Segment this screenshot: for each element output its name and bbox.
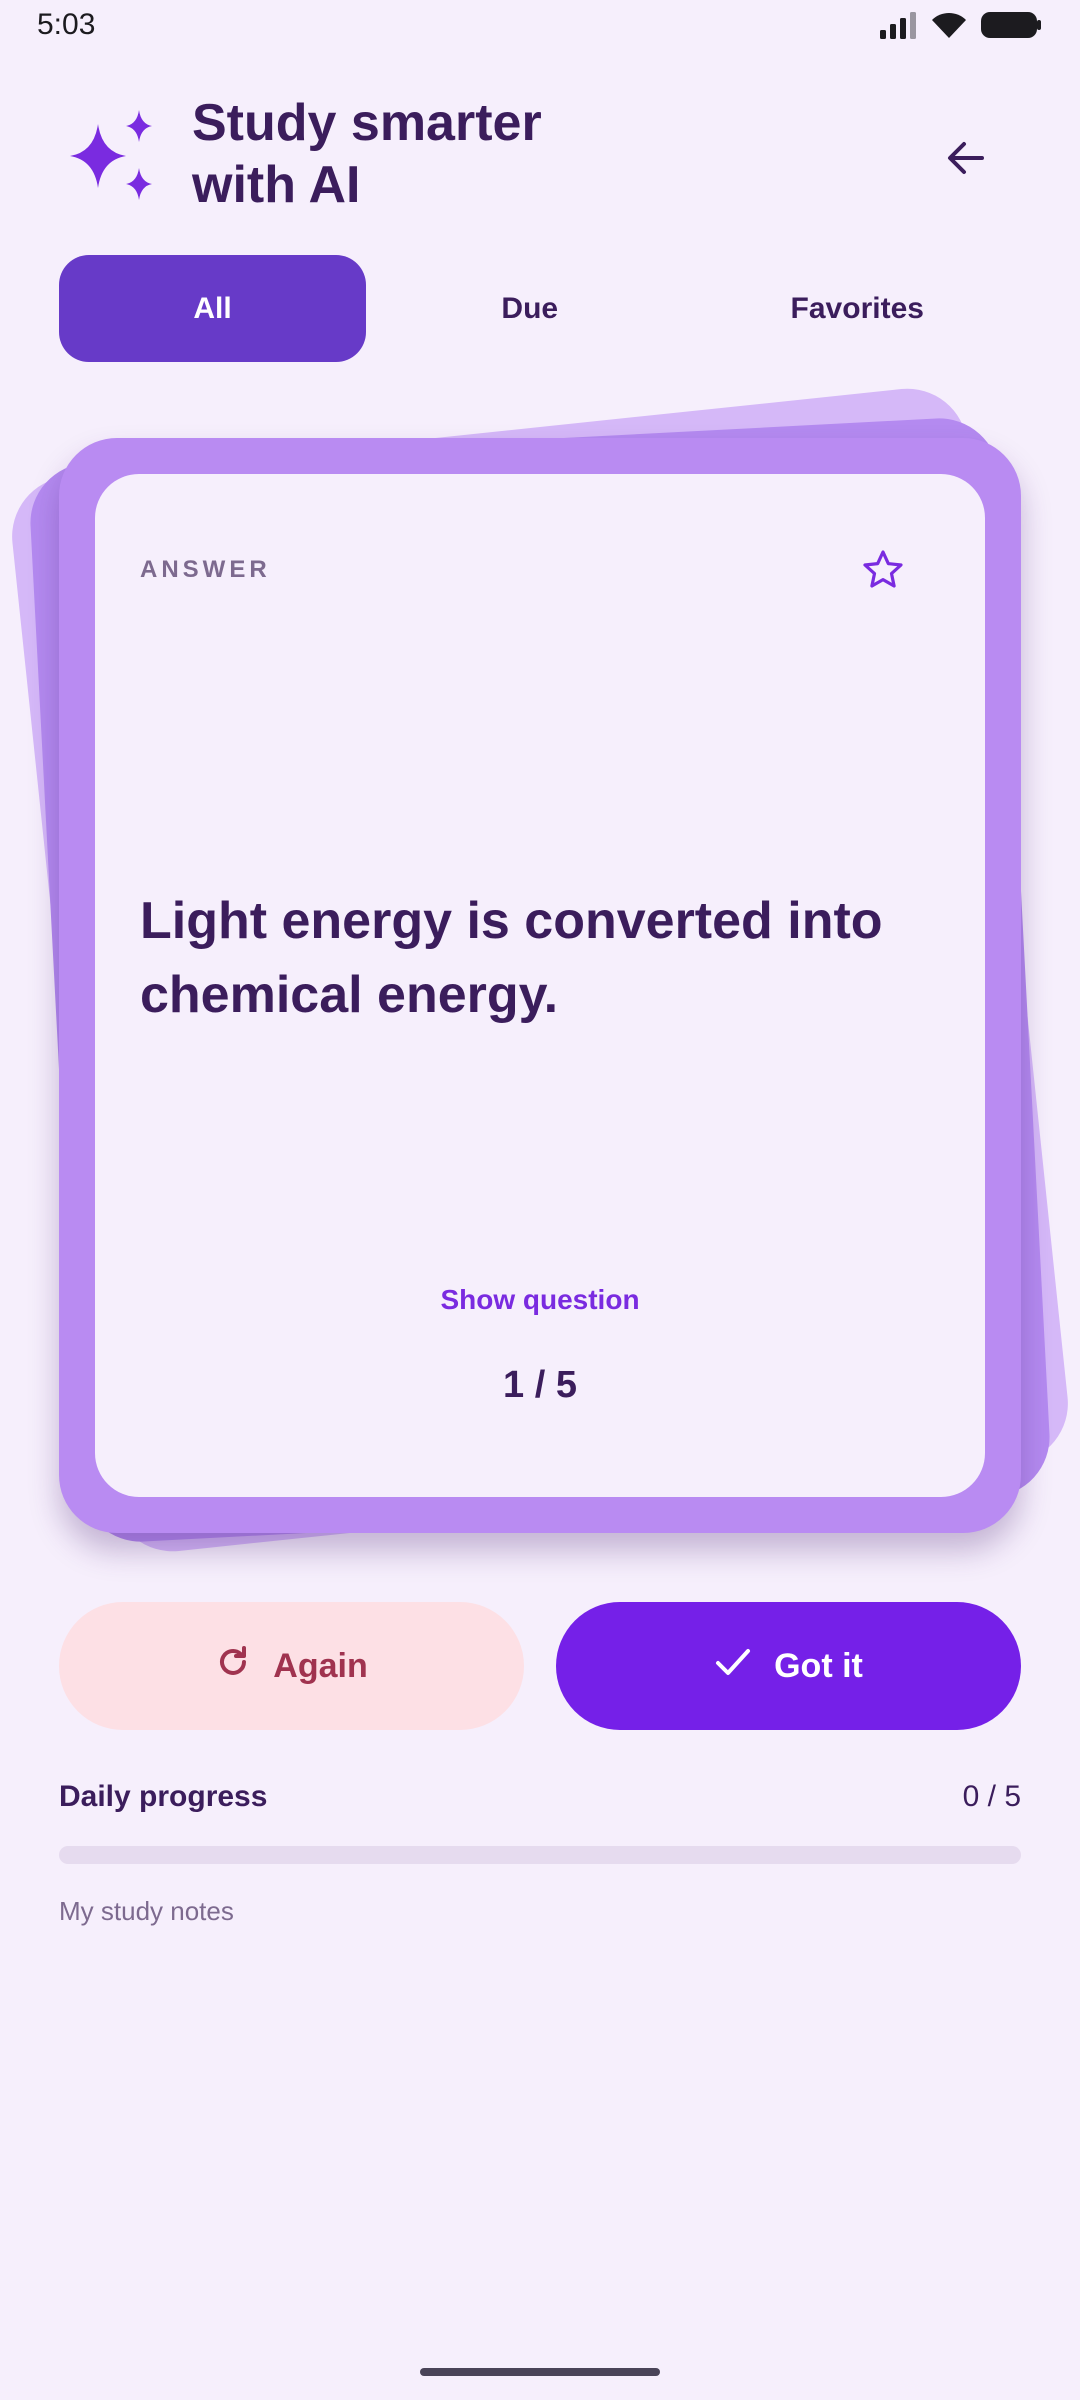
study-notes-link[interactable]: My study notes — [59, 1896, 234, 1927]
progress-count: 0 / 5 — [962, 1780, 1021, 1813]
got-it-label: Got it — [774, 1646, 863, 1685]
home-indicator[interactable] — [420, 2368, 660, 2376]
card-counter: 1 / 5 — [503, 1364, 577, 1406]
card-side-label: ANSWER — [140, 556, 271, 583]
progress-label: Daily progress — [59, 1780, 268, 1813]
signal-icon — [878, 10, 918, 45]
card-answer-text: Light energy is converted into chemical … — [140, 892, 883, 1024]
flashcard-face: ANSWER Light energy is converted into ch… — [95, 474, 985, 1497]
tab-favorites[interactable]: Favorites — [694, 255, 1022, 362]
show-question-link[interactable]: Show question — [95, 1284, 985, 1316]
action-row: Again Got it — [59, 1602, 1021, 1730]
favorite-button[interactable] — [855, 544, 911, 600]
status-icons — [878, 10, 1042, 45]
progress-bar — [59, 1846, 1021, 1864]
got-it-button[interactable]: Got it — [556, 1602, 1021, 1730]
header: Study smarter with AI — [0, 80, 1080, 230]
again-button[interactable]: Again — [59, 1602, 524, 1730]
wifi-icon — [930, 10, 968, 45]
refresh-icon — [215, 1644, 251, 1689]
flashcard[interactable]: ANSWER Light energy is converted into ch… — [59, 438, 1021, 1533]
page-title: Study smarter with AI — [192, 94, 542, 214]
back-button[interactable] — [930, 124, 1002, 196]
arrow-left-icon — [944, 136, 988, 185]
filter-tabs: All Due Favorites — [59, 255, 1021, 362]
sparkle-icon — [62, 104, 162, 204]
tab-all[interactable]: All — [59, 255, 366, 362]
again-label: Again — [273, 1646, 368, 1685]
tab-due[interactable]: Due — [366, 255, 694, 362]
status-bar: 5:03 — [0, 0, 1080, 52]
battery-icon — [980, 10, 1042, 45]
star-outline-icon — [861, 548, 905, 597]
check-icon — [714, 1646, 752, 1687]
status-time: 5:03 — [37, 8, 96, 41]
